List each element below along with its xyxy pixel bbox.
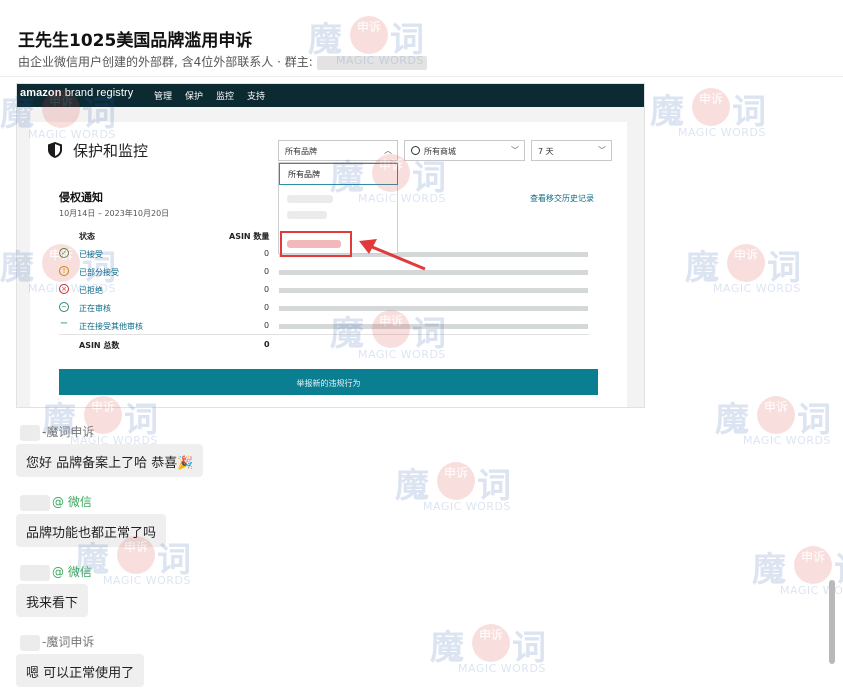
section-title: 侵权通知 [59,191,103,204]
arrow-icon [359,239,426,271]
header-divider [0,76,843,77]
dash-icon: − [59,318,69,329]
nav-monitor: 监控 [216,91,235,101]
watermark: 魔申诉词MAGIC WORDS [42,392,192,452]
period-select: 7 天 ﹀ [531,140,612,161]
vertical-scrollbar[interactable] [829,580,835,664]
asin-total-count: 0 [264,340,270,349]
watermark: 魔申诉词MAGIC WORDS [308,12,458,72]
chat-subtitle-text: 由企业微信用户创建的外部群, 含4位外部联系人 · 群主: [18,55,313,69]
redacted-brand [287,195,333,203]
avatar [20,634,40,651]
nav-manage: 管理 [154,91,173,101]
avatar [20,564,50,581]
watermark: 魔申诉词MAGIC WORDS [430,620,580,680]
watermark: 魔申诉词MAGIC WORDS [330,306,480,366]
message-sender: @ 微信 [20,493,92,511]
watermark: 魔申诉词MAGIC WORDS [330,150,480,210]
message-sender: -魔词申诉 [20,633,94,651]
asin-count-column-header: ASIN 数量 [229,232,270,241]
section-date: 10月14日 – 2023年10月20日 [59,209,170,218]
message-bubble[interactable]: 嗯 可以正常使用了 [16,654,145,687]
watermark: 魔申诉词MAGIC WORDS [395,458,545,518]
avatar [20,494,50,511]
asin-total-label: ASIN 总数 [79,341,120,350]
status-row-other-review: − 正在接受其他审核 0 [59,318,270,332]
highlight-box [280,231,352,257]
chat-window: 王先生1025美国品牌滥用申诉 由企业微信用户创建的外部群, 含4位外部联系人 … [0,0,843,689]
status-row-reviewing: − 正在审核 0 [59,302,269,316]
chevron-down-icon: ﹀ [511,146,519,155]
nav-support: 支持 [247,91,266,101]
watermark: 魔申诉词MAGIC WORDS [75,532,225,592]
nav-protect: 保护 [185,91,204,101]
chat-title: 王先生1025美国品牌滥用申诉 [18,31,253,51]
redacted-brand-highlighted [287,240,341,248]
minus-circle-icon: − [59,302,69,312]
watermark: 魔申诉词MAGIC WORDS [0,240,150,300]
status-bar [279,288,588,293]
watermark: 魔申诉词MAGIC WORDS [685,240,835,300]
history-link: 查看移交历史记录 [530,194,594,203]
watermark: 魔申诉词MAGIC WORDS [0,86,150,146]
watermark: 魔申诉词MAGIC WORDS [650,84,800,144]
avatar [20,424,40,441]
chevron-down-icon: ﹀ [598,146,606,155]
total-divider [59,334,589,335]
redacted-brand [287,211,327,219]
watermark: 魔申诉词MAGIC WORDS [715,392,843,452]
